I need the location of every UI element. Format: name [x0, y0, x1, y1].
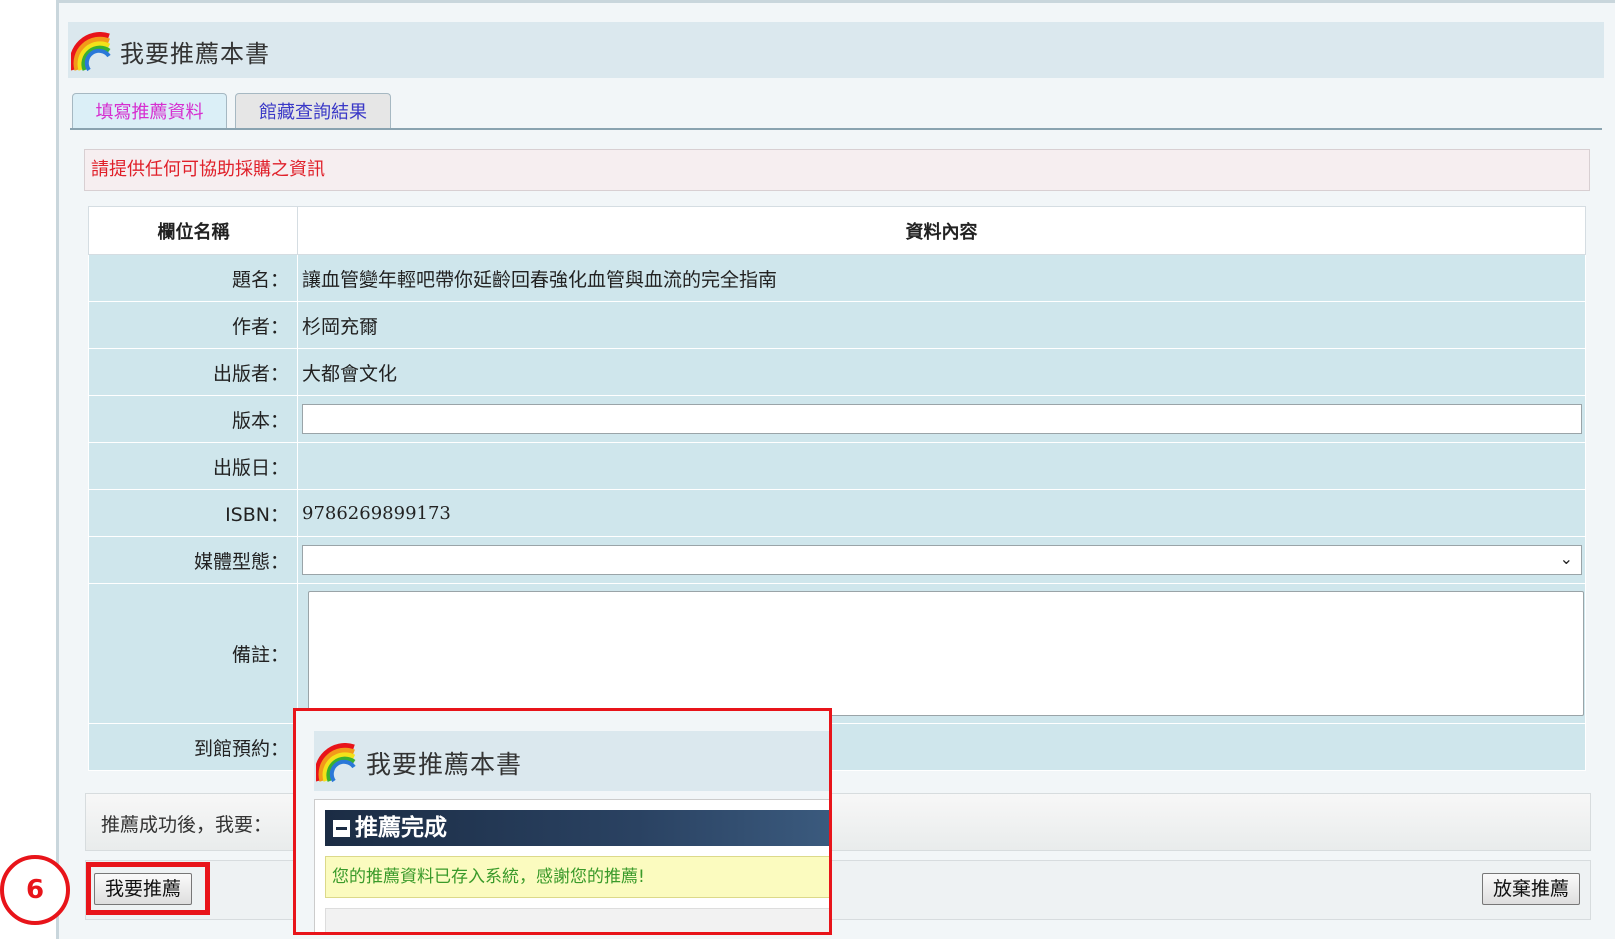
completion-popup: 我要推薦本書 推薦完成 您的推薦資料已存入系統，感謝您的推薦! — [293, 708, 832, 935]
field-label-edition: 版本： — [88, 395, 298, 443]
field-value-isbn: 9786269899173 — [297, 489, 1586, 537]
field-label-remarks: 備註： — [88, 583, 298, 724]
tab-fill-recommendation[interactable]: 填寫推薦資料 — [72, 93, 227, 130]
field-label-title: 題名： — [88, 254, 298, 302]
remarks-textarea[interactable] — [308, 591, 1584, 716]
recommendation-form-table: 欄位名稱 資料內容 題名： 讓血管變年輕吧帶你延齡回春強化血管與血流的完全指南 … — [88, 206, 1586, 771]
field-label-publisher: 出版者： — [88, 348, 298, 396]
field-label-pubdate: 出版日： — [88, 442, 298, 490]
popup-title-bar: 我要推薦本書 — [314, 731, 829, 791]
rainbow-logo-icon — [71, 32, 111, 72]
field-value-title: 讓血管變年輕吧帶你延齡回春強化血管與血流的完全指南 — [297, 254, 1586, 302]
popup-title: 我要推薦本書 — [366, 750, 523, 779]
field-label-reservation: 到館預約： — [88, 723, 298, 771]
highlight-box-recommend — [86, 862, 210, 915]
popup-success-message: 您的推薦資料已存入系統，感謝您的推薦! — [325, 856, 829, 898]
popup-section-header[interactable]: 推薦完成 — [325, 810, 829, 846]
field-label-media-type: 媒體型態： — [88, 536, 298, 584]
media-type-select[interactable]: ⌄ — [302, 545, 1582, 575]
page-title-bar: 我要推薦本書 — [68, 22, 1604, 78]
column-header-content: 資料內容 — [297, 206, 1586, 255]
field-value-publisher: 大都會文化 — [297, 348, 1586, 396]
tab-holdings-result[interactable]: 館藏查詢結果 — [235, 93, 391, 129]
rainbow-logo-icon — [316, 743, 356, 783]
column-header-field: 欄位名稱 — [88, 206, 298, 255]
field-label-isbn: ISBN： — [88, 489, 298, 537]
field-value-pubdate — [297, 442, 1586, 490]
after-success-label: 推薦成功後，我要： — [101, 814, 273, 836]
popup-bottom-row — [325, 908, 829, 932]
field-label-author: 作者： — [88, 301, 298, 349]
step-marker: 6 — [0, 855, 70, 925]
collapse-icon[interactable] — [333, 820, 350, 837]
abandon-button[interactable]: 放棄推薦 — [1481, 873, 1580, 905]
edition-input[interactable] — [302, 404, 1582, 434]
tabs-divider — [70, 128, 1602, 130]
popup-panel: 推薦完成 您的推薦資料已存入系統，感謝您的推薦! — [314, 799, 829, 932]
notice-banner: 請提供任何可協助採購之資訊 — [84, 149, 1590, 191]
page-title: 我要推薦本書 — [120, 40, 270, 68]
popup-section-title: 推薦完成 — [355, 815, 447, 841]
field-value-author: 杉岡充爾 — [297, 301, 1586, 349]
chevron-down-icon: ⌄ — [1559, 549, 1573, 568]
